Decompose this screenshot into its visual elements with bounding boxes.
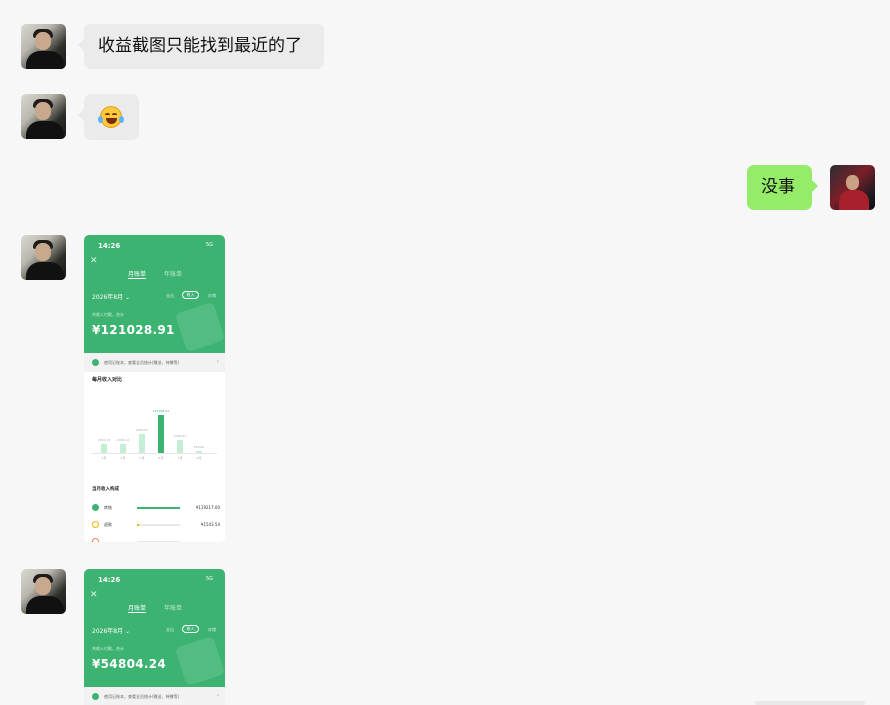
message-bubble-sent[interactable]: 没事 — [747, 165, 818, 210]
close-icon: ✕ — [90, 590, 98, 600]
message-bubble-received[interactable]: 收益截图只能找到最近的了 — [78, 24, 324, 69]
ledger-icon — [92, 693, 99, 700]
contact-avatar[interactable] — [21, 235, 66, 280]
status-time: 14:26 — [98, 242, 121, 250]
chevron-right-icon: › — [216, 358, 219, 365]
chart-value-label: 4950.63 — [135, 427, 149, 432]
summary-subtitle: 共收入付款，合计 — [92, 646, 124, 651]
wallet-card-decoration — [174, 301, 225, 353]
filter-income: 收入 — [182, 625, 199, 633]
tab-monthly: 月账单 — [128, 605, 147, 612]
crying-laughing-emoji-icon — [98, 106, 124, 128]
close-icon: ✕ — [90, 256, 98, 266]
month-selector: 2026年8月 ⌄ — [92, 294, 131, 301]
tab-yearly: 年账单 — [164, 605, 183, 612]
tip-banner: 使用记账本，查看全员统计(赠送，待赠等) › — [84, 353, 225, 372]
status-network: 5G — [205, 242, 213, 248]
message-text: 没事 — [761, 177, 795, 197]
tip-banner: 使用记账本，查看全员统计(赠送，待赠等) › — [84, 687, 225, 705]
filter-expense: 支出 — [166, 627, 174, 632]
chart-bar — [120, 444, 126, 453]
scroll-indicator — [755, 701, 865, 705]
contact-avatar[interactable] — [21, 569, 66, 614]
chart-value-label: 121028.91 — [152, 409, 170, 413]
bill-header: 14:26 5G ✕ 月账单 年账单 2026年8月 ⌄ 支出 收入 存储 共收… — [84, 569, 225, 687]
breakdown-row: 退款 ¥1543.54 — [92, 520, 222, 530]
chart-category-label: 5月 — [139, 456, 145, 460]
message-text: 收益截图只能找到最近的了 — [98, 36, 302, 56]
chart-bar — [101, 443, 107, 453]
tab-yearly: 年账单 — [164, 271, 183, 278]
breakdown-row: 转账 ¥119217.00 — [92, 503, 222, 513]
chart-title: 每月收入对比 — [92, 377, 123, 383]
chevron-right-icon: › — [216, 692, 219, 699]
breakdown-title: 当月收入构成 — [92, 487, 119, 492]
chart-value-label: 2810.15 — [97, 437, 111, 442]
month-selector: 2026年8月 ⌄ — [92, 628, 131, 635]
filter-expense: 支出 — [166, 293, 174, 298]
breakdown-row — [92, 537, 222, 542]
chart-category-label: 6月 — [158, 456, 164, 460]
message-bubble-received[interactable] — [78, 94, 139, 140]
filter-stat: 存储 — [208, 627, 216, 632]
my-avatar[interactable] — [830, 165, 875, 210]
chart-value-label: 450.00 — [193, 444, 205, 449]
other-income-icon — [92, 538, 99, 542]
contact-avatar[interactable] — [21, 94, 66, 139]
contact-avatar[interactable] — [21, 24, 66, 69]
chart-value-label: 3330.01 — [173, 434, 187, 439]
tab-monthly: 月账单 — [128, 271, 147, 278]
chart-category-label: 4月 — [120, 456, 126, 460]
chart-category-label: 8月 — [196, 456, 202, 460]
filter-income: 收入 — [182, 291, 199, 299]
image-message-bill-screenshot[interactable]: 14:26 5G ✕ 月账单 年账单 2026年8月 ⌄ 支出 收入 存储 共收… — [84, 569, 225, 705]
status-time: 14:26 — [98, 576, 121, 584]
ledger-icon — [92, 359, 99, 366]
filter-stat: 存储 — [208, 293, 216, 298]
status-network: 5G — [205, 576, 213, 582]
chart-category-label: 3月 — [101, 456, 107, 460]
total-amount: ¥54804.24 — [92, 657, 167, 671]
chart-value-label: 2430.12 — [116, 438, 130, 443]
chart-bar — [139, 433, 145, 453]
total-amount: ¥121028.91 — [92, 323, 175, 337]
wallet-card-decoration — [174, 635, 225, 687]
image-message-bill-screenshot[interactable]: 14:26 5G ✕ 月账单 年账单 2026年8月 ⌄ 支出 收入 存储 共收… — [84, 235, 225, 542]
chart-bar — [158, 415, 164, 453]
chart-bar — [177, 440, 183, 453]
bill-header: 14:26 5G ✕ 月账单 年账单 2026年8月 ⌄ 支出 收入 存储 共收… — [84, 235, 225, 353]
monthly-income-chart: 2810.15 3月 2430.12 4月 4950.63 5月 121028.91 6月 33… — [84, 400, 225, 470]
summary-subtitle: 共收入付款，合计 — [92, 312, 124, 317]
transfer-icon — [92, 504, 99, 511]
chart-category-label: 7月 — [177, 456, 183, 460]
refund-icon — [92, 521, 99, 528]
